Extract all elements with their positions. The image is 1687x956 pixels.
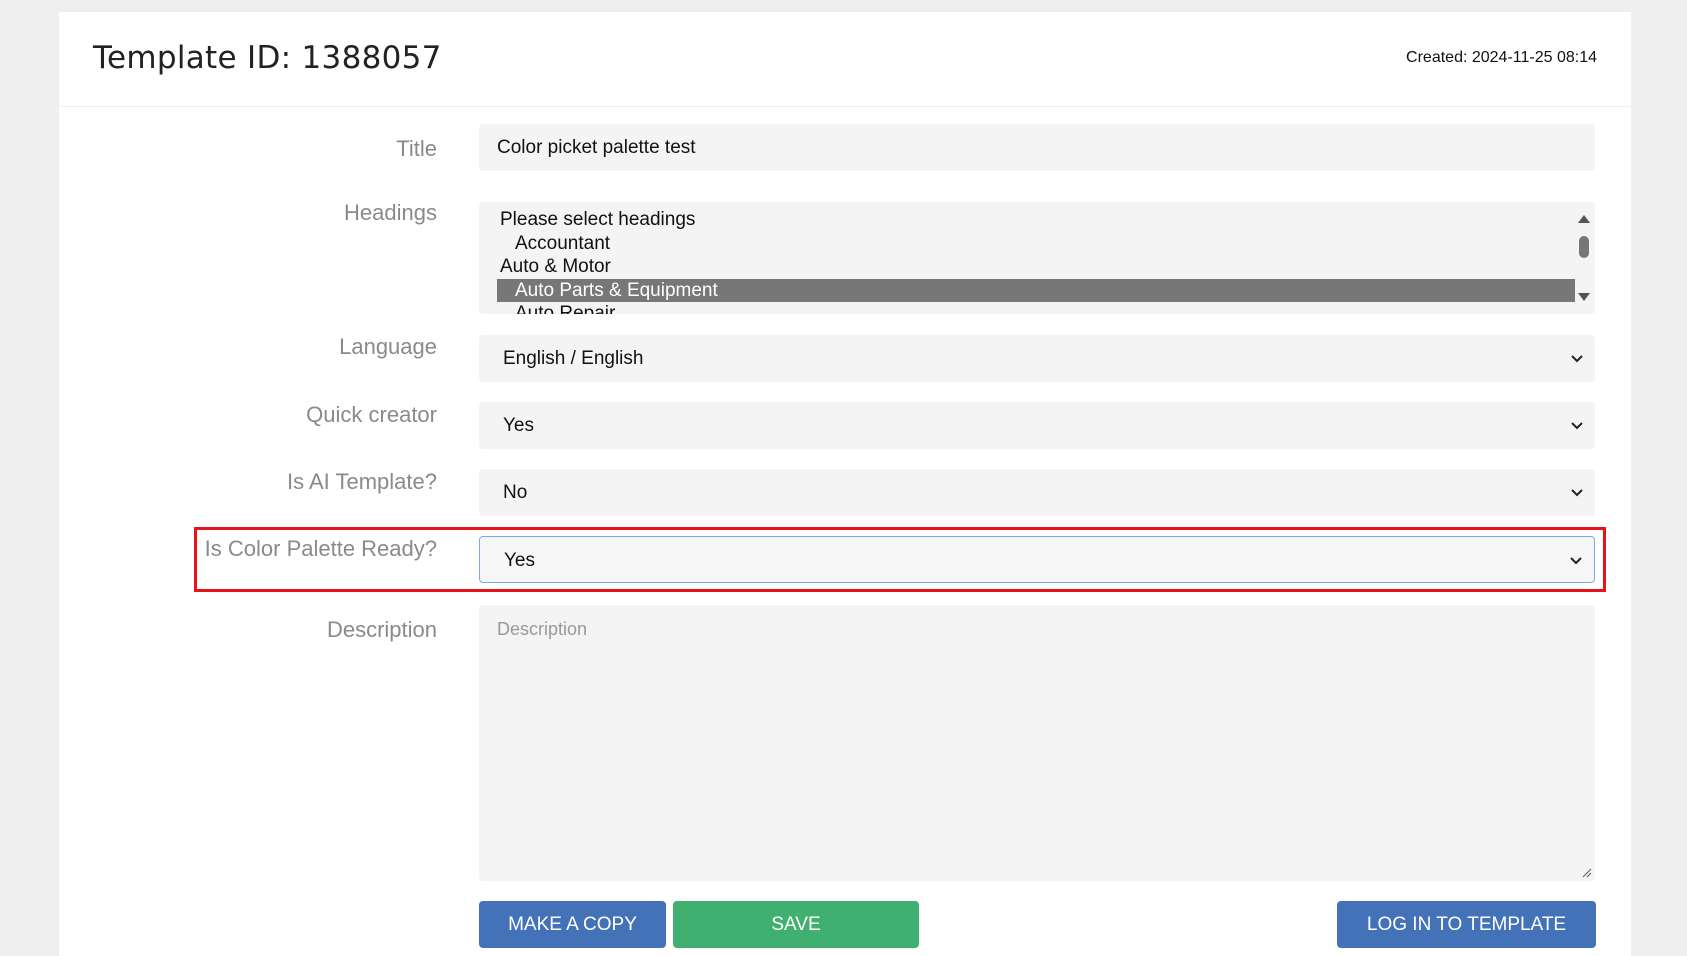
scroll-down-arrow-icon[interactable]: [1578, 293, 1590, 301]
chevron-down-icon: [1571, 489, 1583, 497]
language-select-value: English / English: [503, 348, 644, 369]
description-textarea[interactable]: Description: [479, 605, 1595, 881]
list-item[interactable]: Please select headings: [479, 208, 1540, 232]
card-header: Template ID: 1388057 Created: 2024-11-25…: [59, 12, 1631, 107]
list-item-selected[interactable]: Auto Parts & Equipment: [497, 278, 1575, 302]
quick-creator-label: Quick creator: [306, 402, 437, 427]
headings-listbox[interactable]: Please select headings Accountant Auto &…: [479, 202, 1595, 314]
scroll-thumb[interactable]: [1579, 236, 1589, 258]
list-item[interactable]: Auto & Motor: [479, 255, 1540, 279]
scroll-up-arrow-icon[interactable]: [1578, 215, 1590, 223]
log-in-to-template-button[interactable]: LOG IN TO TEMPLATE: [1337, 901, 1596, 948]
list-item[interactable]: Auto Repair: [479, 302, 1555, 314]
quick-creator-select-value: Yes: [503, 415, 534, 436]
page-title: Template ID: 1388057: [93, 40, 442, 76]
highlight-box: [194, 527, 1606, 592]
title-input[interactable]: Color picket palette test: [479, 124, 1595, 171]
quick-creator-select[interactable]: Yes: [479, 402, 1595, 449]
template-card: Template ID: 1388057 Created: 2024-11-25…: [59, 12, 1631, 956]
is-ai-template-label: Is AI Template?: [286, 469, 437, 494]
language-select[interactable]: English / English: [479, 335, 1595, 382]
resize-handle-icon[interactable]: [1580, 866, 1592, 878]
is-ai-template-select[interactable]: No: [479, 469, 1595, 516]
is-ai-template-select-value: No: [503, 482, 528, 503]
created-timestamp: Created: 2024-11-25 08:14: [1406, 49, 1597, 66]
headings-label: Headings: [344, 200, 437, 225]
make-copy-button[interactable]: MAKE A COPY: [479, 901, 666, 948]
description-placeholder: Description: [497, 619, 588, 639]
chevron-down-icon: [1571, 355, 1583, 363]
description-label: Description: [326, 617, 437, 642]
language-label: Language: [339, 334, 437, 359]
save-button[interactable]: SAVE: [673, 901, 919, 948]
title-label: Title: [396, 136, 437, 161]
chevron-down-icon: [1571, 422, 1583, 430]
list-item[interactable]: Accountant: [479, 232, 1555, 256]
listbox-scrollbar[interactable]: [1573, 202, 1595, 314]
